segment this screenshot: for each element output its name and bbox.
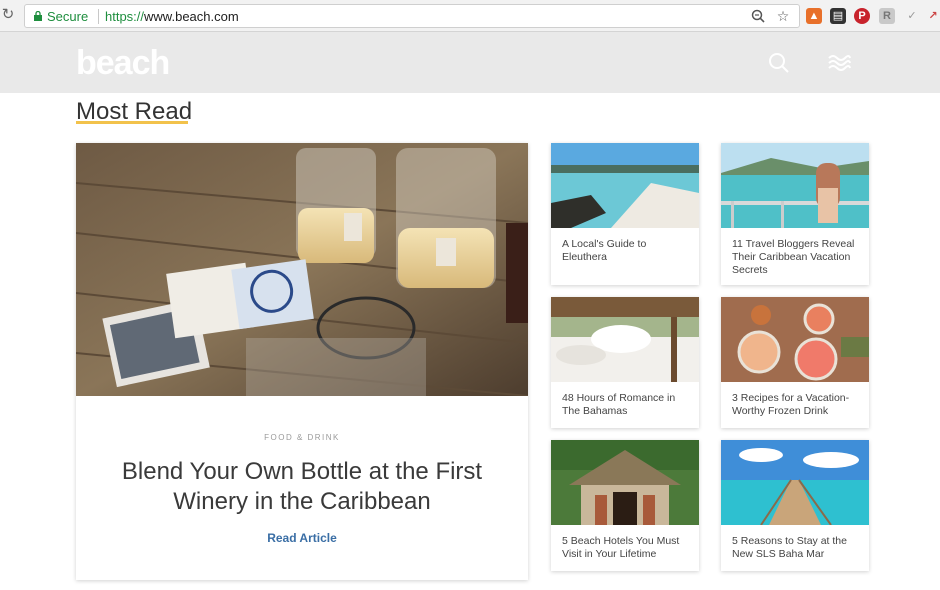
featured-article-image[interactable] bbox=[76, 143, 528, 396]
extension-chart-icon[interactable]: ↗ bbox=[926, 8, 940, 24]
url-text[interactable]: https://www.beach.com bbox=[105, 9, 239, 24]
zoom-icon[interactable] bbox=[750, 8, 766, 24]
extension-fox-icon[interactable]: ▲ bbox=[806, 8, 822, 24]
checkmark-icon[interactable]: ✓ bbox=[904, 8, 920, 24]
menu-wave-icon[interactable] bbox=[826, 50, 852, 76]
article-card[interactable]: 48 Hours of Romance in The Bahamas bbox=[551, 297, 699, 428]
search-icon[interactable] bbox=[766, 50, 792, 76]
article-card-title[interactable]: 5 Beach Hotels You Must Visit in Your Li… bbox=[562, 535, 692, 561]
article-card[interactable]: 11 Travel Bloggers Reveal Their Caribbea… bbox=[721, 143, 869, 285]
extension-flag-icon[interactable]: ▤ bbox=[830, 8, 846, 24]
article-card-title[interactable]: 48 Hours of Romance in The Bahamas bbox=[562, 392, 692, 418]
article-card-image[interactable] bbox=[721, 297, 869, 382]
url-host: www.beach.com bbox=[144, 9, 239, 24]
url-divider bbox=[98, 9, 99, 24]
url-protocol: https:// bbox=[105, 9, 145, 24]
read-article-link[interactable]: Read Article bbox=[76, 531, 528, 545]
article-card[interactable]: 3 Recipes for a Vacation-Worthy Frozen D… bbox=[721, 297, 869, 428]
article-card-title[interactable]: 3 Recipes for a Vacation-Worthy Frozen D… bbox=[732, 392, 862, 418]
article-card-image[interactable] bbox=[721, 440, 869, 525]
star-icon[interactable]: ☆ bbox=[775, 8, 791, 24]
article-card-image[interactable] bbox=[551, 297, 699, 382]
featured-article-card[interactable]: FOOD & DRINK Blend Your Own Bottle at th… bbox=[76, 143, 528, 580]
article-card[interactable]: 5 Beach Hotels You Must Visit in Your Li… bbox=[551, 440, 699, 571]
article-card-image[interactable] bbox=[721, 143, 869, 228]
site-logo[interactable]: beach bbox=[76, 44, 170, 83]
featured-article-category[interactable]: FOOD & DRINK bbox=[76, 433, 528, 442]
featured-article-title[interactable]: Blend Your Own Bottle at the First Winer… bbox=[96, 457, 508, 517]
article-card[interactable]: A Local's Guide to Eleuthera bbox=[551, 143, 699, 285]
reload-icon[interactable]: ↻ bbox=[0, 7, 16, 23]
address-bar[interactable]: Secure https://www.beach.com ☆ bbox=[24, 4, 800, 28]
article-card-title[interactable]: 5 Reasons to Stay at the New SLS Baha Ma… bbox=[732, 535, 862, 561]
extension-r-icon[interactable]: R bbox=[879, 8, 895, 24]
article-card[interactable]: 5 Reasons to Stay at the New SLS Baha Ma… bbox=[721, 440, 869, 571]
browser-toolbar: ↻ Secure https://www.beach.com ☆ ▲ ▤ P R… bbox=[0, 0, 940, 32]
article-card-image[interactable] bbox=[551, 440, 699, 525]
lock-icon bbox=[34, 11, 42, 21]
secure-label: Secure bbox=[47, 9, 89, 24]
article-card-image[interactable] bbox=[551, 143, 699, 228]
site-header: beach bbox=[0, 32, 940, 93]
article-card-title[interactable]: 11 Travel Bloggers Reveal Their Caribbea… bbox=[732, 238, 862, 277]
pinterest-icon[interactable]: P bbox=[854, 8, 870, 24]
section-title-underline bbox=[76, 121, 188, 124]
article-card-title[interactable]: A Local's Guide to Eleuthera bbox=[562, 238, 692, 264]
